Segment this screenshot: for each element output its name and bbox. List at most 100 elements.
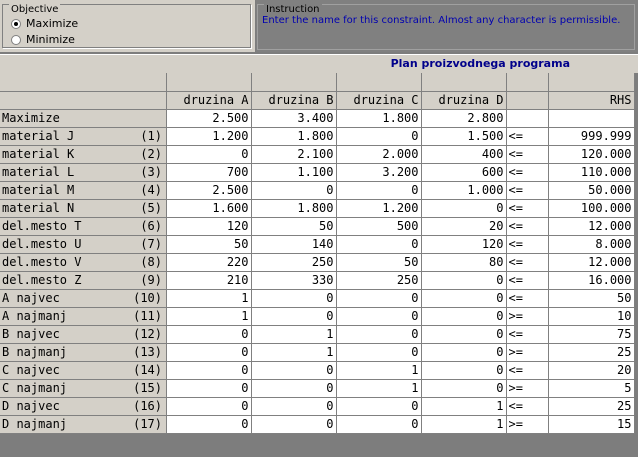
constraint-label[interactable]: material L (3) xyxy=(0,163,167,182)
rhs-cell[interactable]: 20 xyxy=(548,361,635,380)
coefficient-cell[interactable]: 50 xyxy=(166,235,252,254)
constraint-label[interactable]: B najmanj (13) xyxy=(0,343,167,362)
coefficient-cell[interactable]: 220 xyxy=(166,253,252,272)
coefficient-cell[interactable]: 0 xyxy=(421,343,507,362)
rhs-cell[interactable]: 16.000 xyxy=(548,271,635,290)
coefficient-cell[interactable]: 700 xyxy=(166,163,252,182)
constraint-label[interactable]: A najvec (10) xyxy=(0,289,167,308)
constraint-label[interactable]: C najvec (14) xyxy=(0,361,167,380)
radio-minimize-icon[interactable] xyxy=(11,34,21,45)
rhs-cell[interactable]: 12.000 xyxy=(548,217,635,236)
coefficient-cell[interactable]: 0 xyxy=(336,343,422,362)
coefficient-cell[interactable]: 20 xyxy=(421,217,507,236)
coefficient-cell[interactable]: 1.500 xyxy=(421,127,507,146)
rhs-cell[interactable]: 8.000 xyxy=(548,235,635,254)
coefficient-cell[interactable]: 0 xyxy=(251,181,337,200)
operator-cell[interactable]: <= xyxy=(506,253,549,272)
coefficient-cell[interactable]: 2.000 xyxy=(336,145,422,164)
operator-cell[interactable]: <= xyxy=(506,199,549,218)
objective-coefficient[interactable]: 2.500 xyxy=(166,109,252,128)
operator-cell[interactable]: >= xyxy=(506,343,549,362)
coefficient-cell[interactable]: 600 xyxy=(421,163,507,182)
operator-cell[interactable]: <= xyxy=(506,361,549,380)
coefficient-cell[interactable]: 0 xyxy=(251,307,337,326)
radio-minimize[interactable]: Minimize xyxy=(11,33,75,46)
constraint-label[interactable]: material M (4) xyxy=(0,181,167,200)
coefficient-cell[interactable]: 0 xyxy=(336,235,422,254)
rhs-cell[interactable]: 100.000 xyxy=(548,199,635,218)
operator-cell[interactable]: <= xyxy=(506,289,549,308)
operator-cell[interactable]: <= xyxy=(506,235,549,254)
coefficient-cell[interactable]: 0 xyxy=(421,307,507,326)
constraint-label[interactable]: material N (5) xyxy=(0,199,167,218)
rhs-cell[interactable]: 25 xyxy=(548,397,635,416)
operator-cell[interactable]: <= xyxy=(506,163,549,182)
coefficient-cell[interactable]: 50 xyxy=(336,253,422,272)
coefficient-cell[interactable]: 0 xyxy=(166,343,252,362)
coefficient-cell[interactable]: 1 xyxy=(336,361,422,380)
constraint-label[interactable]: D najvec (16) xyxy=(0,397,167,416)
coefficient-cell[interactable]: 0 xyxy=(421,271,507,290)
coefficient-cell[interactable]: 1.100 xyxy=(251,163,337,182)
rhs-cell[interactable]: 120.000 xyxy=(548,145,635,164)
coefficient-cell[interactable]: 140 xyxy=(251,235,337,254)
coefficient-cell[interactable]: 0 xyxy=(336,307,422,326)
coefficient-cell[interactable]: 0 xyxy=(421,325,507,344)
rhs-cell[interactable]: 110.000 xyxy=(548,163,635,182)
coefficient-cell[interactable]: 1.800 xyxy=(251,199,337,218)
column-header[interactable]: druzina C xyxy=(336,91,422,110)
constraint-grid[interactable]: druzina Adruzina Bdruzina Cdruzina D RHS M… xyxy=(0,73,635,434)
radio-maximize[interactable]: Maximize xyxy=(11,17,78,30)
coefficient-cell[interactable]: 0 xyxy=(166,145,252,164)
coefficient-cell[interactable]: 1.000 xyxy=(421,181,507,200)
coefficient-cell[interactable]: 1.800 xyxy=(251,127,337,146)
rhs-cell[interactable]: 25 xyxy=(548,343,635,362)
coefficient-cell[interactable]: 0 xyxy=(336,397,422,416)
constraint-label[interactable]: del.mesto Z (9) xyxy=(0,271,167,290)
coefficient-cell[interactable]: 0 xyxy=(251,289,337,308)
coefficient-cell[interactable]: 1.200 xyxy=(166,127,252,146)
rhs-cell[interactable]: 15 xyxy=(548,415,635,434)
coefficient-cell[interactable]: 0 xyxy=(166,325,252,344)
coefficient-cell[interactable]: 0 xyxy=(251,415,337,434)
coefficient-cell[interactable]: 0 xyxy=(166,415,252,434)
coefficient-cell[interactable]: 1.600 xyxy=(166,199,252,218)
coefficient-cell[interactable]: 1 xyxy=(166,289,252,308)
constraint-label[interactable]: del.mesto V (8) xyxy=(0,253,167,272)
radio-maximize-icon[interactable] xyxy=(11,18,21,29)
coefficient-cell[interactable]: 0 xyxy=(166,361,252,380)
coefficient-cell[interactable]: 0 xyxy=(421,289,507,308)
operator-cell[interactable]: <= xyxy=(506,271,549,290)
coefficient-cell[interactable]: 1.200 xyxy=(336,199,422,218)
objective-coefficient[interactable]: 2.800 xyxy=(421,109,507,128)
coefficient-cell[interactable]: 0 xyxy=(251,397,337,416)
coefficient-cell[interactable]: 500 xyxy=(336,217,422,236)
coefficient-cell[interactable]: 0 xyxy=(166,397,252,416)
coefficient-cell[interactable]: 80 xyxy=(421,253,507,272)
coefficient-cell[interactable]: 1 xyxy=(251,325,337,344)
column-header[interactable]: druzina D xyxy=(421,91,507,110)
objective-label[interactable]: Maximize xyxy=(0,109,167,128)
operator-cell[interactable]: <= xyxy=(506,181,549,200)
coefficient-cell[interactable]: 120 xyxy=(421,235,507,254)
coefficient-cell[interactable]: 2.500 xyxy=(166,181,252,200)
coefficient-cell[interactable]: 50 xyxy=(251,217,337,236)
column-header[interactable]: druzina B xyxy=(251,91,337,110)
operator-cell[interactable]: <= xyxy=(506,325,549,344)
constraint-label[interactable]: C najmanj (15) xyxy=(0,379,167,398)
objective-coefficient[interactable]: 3.400 xyxy=(251,109,337,128)
operator-cell[interactable]: >= xyxy=(506,307,549,326)
rhs-cell[interactable]: 50 xyxy=(548,289,635,308)
coefficient-cell[interactable]: 0 xyxy=(421,199,507,218)
coefficient-cell[interactable]: 1 xyxy=(251,343,337,362)
coefficient-cell[interactable]: 1 xyxy=(336,379,422,398)
operator-cell[interactable]: <= xyxy=(506,217,549,236)
coefficient-cell[interactable]: 1 xyxy=(421,415,507,434)
coefficient-cell[interactable]: 1 xyxy=(166,307,252,326)
rhs-cell[interactable]: 999.999 xyxy=(548,127,635,146)
operator-cell[interactable]: <= xyxy=(506,145,549,164)
operator-cell[interactable] xyxy=(506,109,549,128)
operator-cell[interactable]: <= xyxy=(506,127,549,146)
rhs-cell[interactable] xyxy=(548,109,635,128)
column-header[interactable]: druzina A xyxy=(166,91,252,110)
